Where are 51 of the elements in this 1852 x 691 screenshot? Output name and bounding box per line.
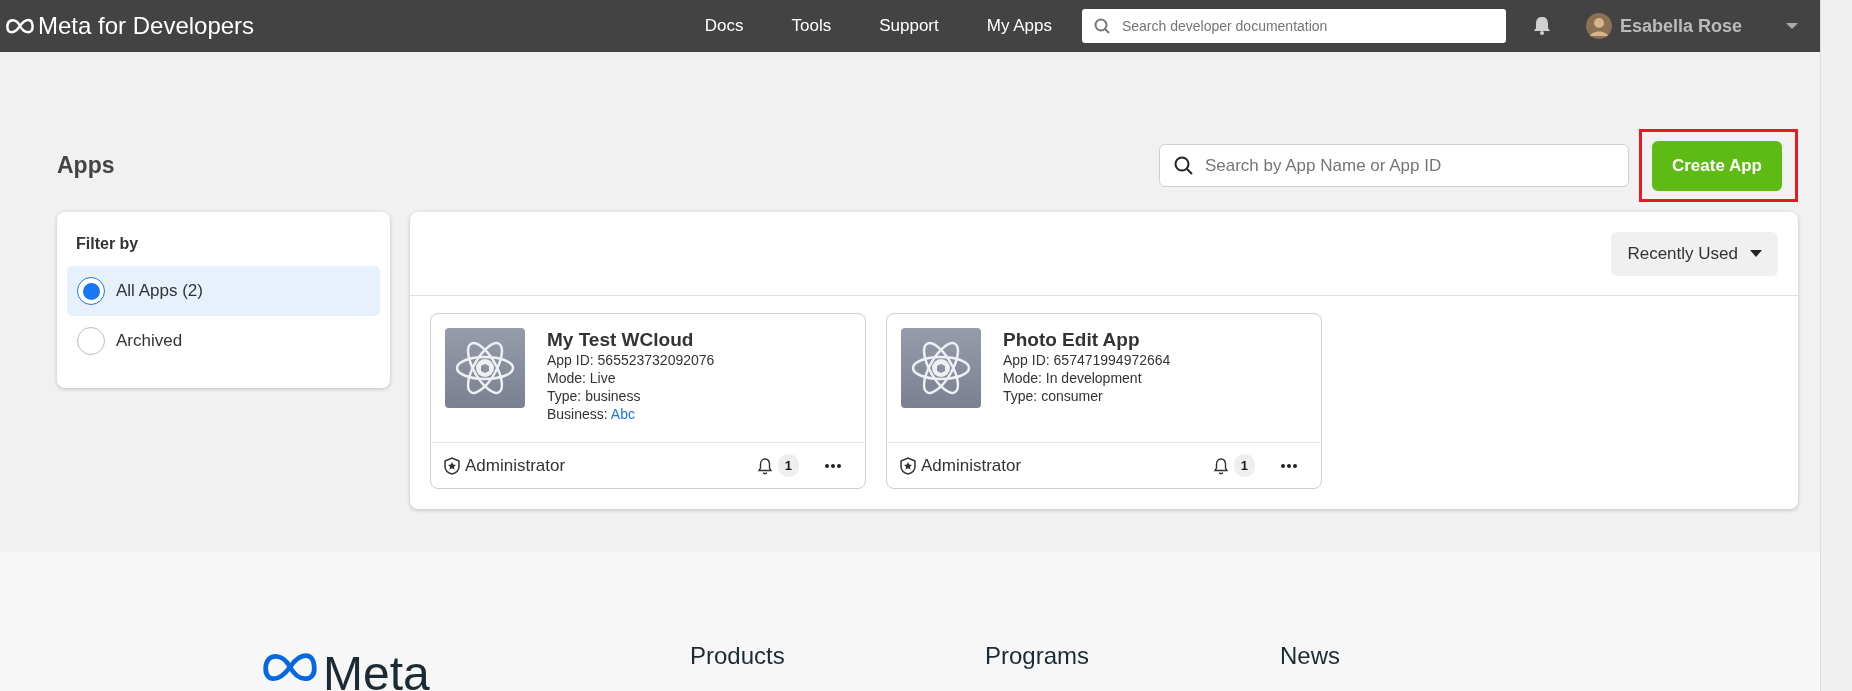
app-detail: App ID: 657471994972664 [1003,350,1171,369]
filter-option[interactable]: All Apps (2) [67,266,380,316]
nav-link[interactable]: Support [855,13,963,39]
atom-icon [901,328,981,408]
app-name[interactable]: Photo Edit App [1003,330,1171,351]
meta-logo-icon [6,17,34,35]
footer-heading: Programs [985,644,1091,671]
avatar-icon [1585,13,1612,39]
filter-title: Filter by [75,234,140,254]
nav-link[interactable]: Docs [680,13,768,39]
sort-dropdown[interactable]: Recently Used [1611,231,1778,276]
radio-button[interactable] [77,277,105,305]
bell-icon [755,456,774,475]
search-field[interactable]: Search developer documentation [1081,9,1506,43]
nav-link[interactable]: My Apps [962,13,1076,39]
more-icon[interactable] [1281,463,1297,468]
footer-heading: Products [690,644,786,671]
app-detail: Type: business [547,386,642,405]
caret-icon [1786,23,1798,29]
meta-logo-icon [263,650,317,684]
shield-star-icon [899,456,917,475]
app-card[interactable]: My Test WCloud App ID: 565523732092076 Mode: Live Type: business Business: Abc Administrator 1 [430,313,866,489]
app-name[interactable]: My Test WCloud [547,330,715,351]
atom-icon [445,328,525,408]
site-logo[interactable]: Meta for Developers [38,8,255,44]
footer-heading: News [1280,644,1341,671]
app-detail: App ID: 565523732092076 [547,350,715,369]
user-name[interactable]: Esabella Rose [1619,12,1742,40]
search-field[interactable]: Search by App Name or App ID [1158,144,1629,187]
app-detail: Business: Abc [547,404,636,423]
shield-star-icon [443,456,461,475]
business-link[interactable]: Abc [610,405,635,422]
app-detail: Mode: Live [547,368,617,387]
bell-icon[interactable] [1531,16,1552,36]
radio-button[interactable] [77,327,105,355]
notification-count: 1 [1233,453,1255,478]
filter-option[interactable]: Archived [67,316,380,366]
role-label: Administrator [465,454,566,477]
notification-count: 1 [777,453,799,478]
more-icon[interactable] [825,463,841,468]
app-card[interactable]: Photo Edit App App ID: 657471994972664 Mode: In development Type: consumer Administrator 1 [886,313,1322,489]
search-icon [1173,156,1193,175]
caret-icon [1750,250,1762,257]
page-title: Apps [57,151,115,180]
app-detail: Mode: In development [1003,368,1143,387]
footer-logo[interactable]: Meta [323,650,430,691]
bell-icon [1211,456,1230,475]
nav-link[interactable]: Tools [767,13,856,39]
role-label: Administrator [921,454,1022,477]
app-detail: Type: consumer [1003,386,1104,405]
search-icon [1093,18,1110,34]
